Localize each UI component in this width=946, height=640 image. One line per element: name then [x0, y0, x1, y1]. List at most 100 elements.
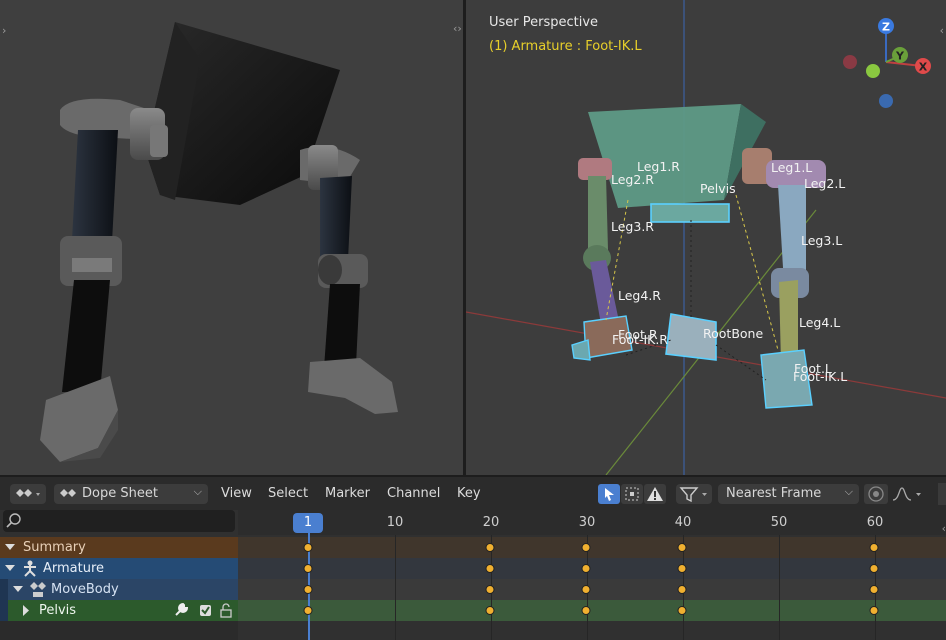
- editor-mode-dropdown[interactable]: Dope Sheet ⌵: [54, 484, 208, 504]
- keyframe-track: [238, 579, 946, 600]
- expand-triangle-icon[interactable]: [4, 537, 16, 558]
- ruler-tick: 10: [386, 515, 404, 530]
- bone-label: Leg3.L: [801, 233, 842, 248]
- menu-view[interactable]: View: [221, 486, 252, 501]
- keyframe[interactable]: [677, 584, 687, 594]
- active-object-label: (1) Armature : Foot-IK.L: [489, 39, 642, 54]
- keyframe-track: [238, 558, 946, 579]
- wrench-icon[interactable]: [173, 600, 189, 621]
- bone-label: Leg1.L: [771, 160, 812, 175]
- chevron-down-icon: ⌵: [844, 485, 853, 498]
- channel-label: Pelvis: [39, 603, 77, 618]
- bone-label: Leg4.L: [799, 315, 840, 330]
- keyframe[interactable]: [303, 542, 313, 552]
- keyframe[interactable]: [485, 563, 495, 573]
- channel-row-action[interactable]: MoveBody: [0, 579, 946, 600]
- search-icon: [6, 513, 21, 528]
- falloff-curve-icon: [892, 487, 921, 501]
- keyframe[interactable]: [869, 605, 879, 615]
- svg-text:X: X: [919, 61, 928, 74]
- dopesheet-header: Dope Sheet ⌵ View Select Marker Channel …: [0, 477, 946, 510]
- channel-label: MoveBody: [51, 582, 119, 597]
- only-errors-button[interactable]: [644, 484, 666, 504]
- keyframe[interactable]: [485, 605, 495, 615]
- keyframe-track: [238, 600, 946, 621]
- ruler-tick: 30: [578, 515, 596, 530]
- falloff-dropdown[interactable]: [890, 484, 926, 504]
- channel-search-input[interactable]: [3, 510, 235, 532]
- editor-type-button[interactable]: [10, 484, 46, 504]
- show-hidden-button[interactable]: [621, 484, 643, 504]
- only-selected-button[interactable]: [598, 484, 620, 504]
- filter-funnel-icon: [679, 487, 707, 503]
- current-frame-indicator[interactable]: 1: [293, 513, 323, 533]
- collapse-icon[interactable]: ‹: [942, 522, 946, 535]
- gizmo-neg-y[interactable]: [866, 64, 880, 78]
- keyframe[interactable]: [869, 584, 879, 594]
- channel-row-summary[interactable]: Summary: [0, 537, 946, 558]
- snapping-dropdown[interactable]: Nearest Frame ⌵: [718, 484, 859, 504]
- dopesheet-mode-icon: [60, 489, 76, 497]
- snapping-label: Nearest Frame: [726, 486, 822, 501]
- ruler-tick: 40: [674, 515, 692, 530]
- channel-label: Armature: [43, 561, 105, 576]
- keyframe[interactable]: [485, 542, 495, 552]
- ruler-tick: 60: [866, 515, 884, 530]
- collapsed-triangle-icon[interactable]: [20, 600, 32, 621]
- gizmo-neg-x[interactable]: [843, 55, 857, 69]
- viewport-right[interactable]: Leg1.R Leg2.R Pelvis Leg1.L Leg2.L Leg3.…: [466, 0, 946, 475]
- menu-select[interactable]: Select: [268, 486, 308, 501]
- keyframe[interactable]: [677, 563, 687, 573]
- keyframe[interactable]: [581, 542, 591, 552]
- header-scroll-handle[interactable]: [938, 483, 946, 505]
- keyframe[interactable]: [303, 563, 313, 573]
- region-toggle-icon[interactable]: ‹›: [453, 22, 462, 35]
- keyframe[interactable]: [581, 605, 591, 615]
- viewport-left[interactable]: ›: [0, 0, 463, 475]
- lock-icon[interactable]: [218, 600, 234, 621]
- expand-left-icon[interactable]: ›: [2, 24, 6, 37]
- proportional-edit-icon: [868, 486, 884, 502]
- expand-triangle-icon[interactable]: [12, 579, 24, 600]
- dashed-box-icon: [625, 487, 639, 501]
- collapse-right-icon[interactable]: ‹: [940, 24, 944, 37]
- filters-dropdown[interactable]: [676, 484, 712, 504]
- keyframe[interactable]: [677, 605, 687, 615]
- keyframe[interactable]: [869, 563, 879, 573]
- checkbox-icon[interactable]: [199, 600, 213, 621]
- bone-label: Leg3.R: [611, 219, 654, 234]
- view-name: User Perspective: [489, 15, 599, 30]
- keyframe[interactable]: [303, 584, 313, 594]
- warning-icon: [647, 487, 663, 501]
- menu-marker[interactable]: Marker: [325, 486, 370, 501]
- keyframe[interactable]: [485, 584, 495, 594]
- proportional-edit-button[interactable]: [864, 484, 888, 504]
- expand-triangle-icon[interactable]: [4, 558, 16, 579]
- editor-mode-label: Dope Sheet: [82, 486, 158, 501]
- frame-ruler[interactable]: 10 20 30 40 50 60 ‹: [238, 510, 946, 535]
- svg-text:Y: Y: [895, 50, 905, 63]
- bone-label: RootBone: [703, 326, 763, 341]
- channel-row-armature[interactable]: Armature: [0, 558, 946, 579]
- menu-key[interactable]: Key: [457, 486, 481, 501]
- chevron-down-icon: ⌵: [193, 485, 202, 498]
- bone-label: Foot-IK.L: [793, 369, 847, 384]
- menu-channel[interactable]: Channel: [387, 486, 440, 501]
- ruler-tick: 50: [770, 515, 788, 530]
- keyframe[interactable]: [303, 605, 313, 615]
- armature-icon: [24, 560, 36, 577]
- action-icon: [30, 582, 46, 597]
- keyframe[interactable]: [581, 563, 591, 573]
- armature-view: Leg1.R Leg2.R Pelvis Leg1.L Leg2.L Leg3.…: [466, 0, 946, 475]
- bone-label: Pelvis: [700, 181, 736, 196]
- keyframe-track: [238, 537, 946, 558]
- keyframe[interactable]: [677, 542, 687, 552]
- keyframe[interactable]: [581, 584, 591, 594]
- svg-text:Z: Z: [882, 21, 890, 34]
- dopesheet-editor[interactable]: Dope Sheet ⌵ View Select Marker Channel …: [0, 477, 946, 640]
- bone-label: Leg2.R: [611, 172, 654, 187]
- keyframe[interactable]: [869, 542, 879, 552]
- bone-label: Leg2.L: [804, 176, 845, 191]
- gizmo-neg-z[interactable]: [879, 94, 893, 108]
- channel-row-group[interactable]: Pelvis: [0, 600, 946, 621]
